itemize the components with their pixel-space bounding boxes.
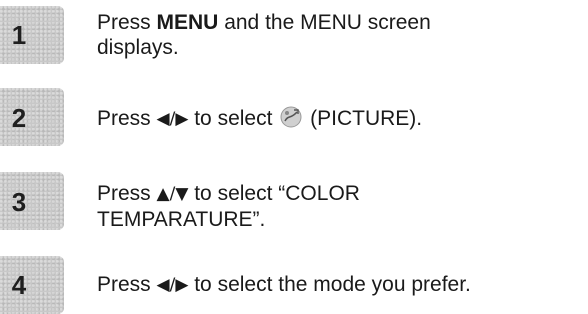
left-right-arrows-icon: ◀/▶ (156, 275, 189, 295)
step-text-post: to select the mode you prefer. (188, 273, 471, 296)
step-text-post: to select “COLOR (188, 182, 360, 205)
step-text-line2: TEMPARATURE”. (97, 208, 266, 231)
step-number: 2 (11, 103, 27, 133)
picture-icon (280, 106, 302, 128)
step-number: 4 (11, 270, 27, 300)
step-text-line2: displays. (97, 36, 179, 59)
step-number: 3 (11, 187, 27, 217)
step-text: Press MENU and the MENU screen displays. (97, 10, 577, 60)
step-text: Press ▲/▼ to select “COLOR TEMPARATURE”. (97, 181, 577, 232)
step-text-mid: to select (188, 107, 279, 130)
step-text: Press ◀/▶ to select (PICTURE). (97, 106, 577, 132)
step-text-pre: Press (97, 182, 157, 205)
step-text-pre: Press (97, 107, 157, 130)
left-right-arrows-icon: ◀/▶ (156, 109, 189, 129)
step-text-post: and the MENU screen (218, 11, 431, 34)
step-text-pre: Press (97, 273, 157, 296)
step-text-pre: Press (97, 11, 157, 34)
menu-keyword: MENU (156, 11, 219, 34)
step-text-post: (PICTURE). (304, 107, 423, 130)
step-number: 1 (11, 20, 27, 50)
step-text: Press ◀/▶ to select the mode you prefer. (97, 272, 577, 298)
up-down-arrows-icon: ▲/▼ (156, 184, 189, 204)
